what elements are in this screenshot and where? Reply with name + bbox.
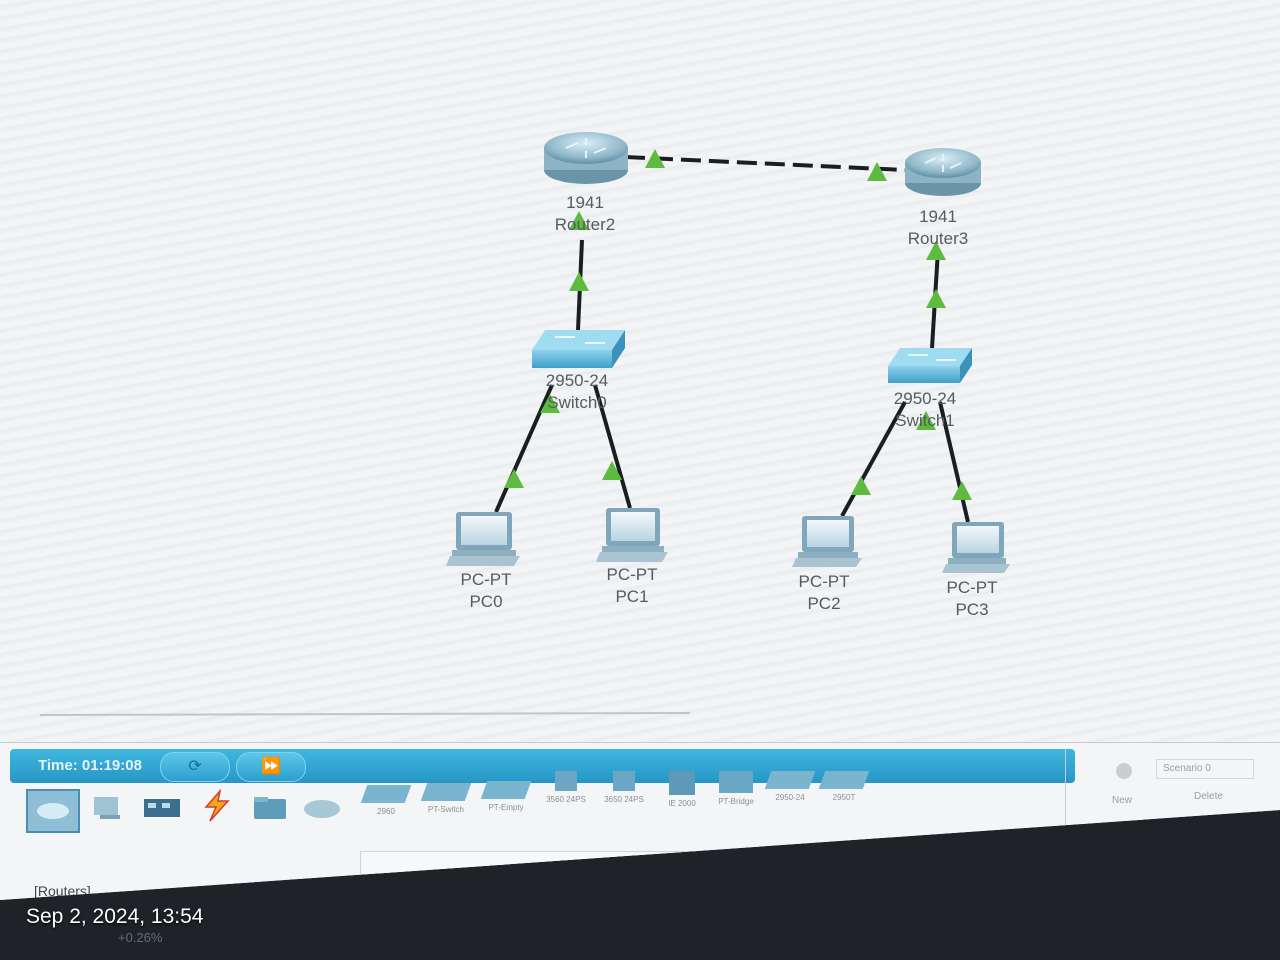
end-devices-icon[interactable]: [86, 791, 130, 825]
misc-folder-icon[interactable]: [248, 791, 292, 825]
router2-name: Router2: [554, 215, 616, 234]
network-devices-icon[interactable]: [26, 789, 80, 833]
logical-workspace[interactable]: 1941 Router2 1941 Router3 2950-24 Switch…: [0, 0, 1280, 745]
router2-model: 1941: [566, 193, 604, 212]
device-model-list: 2960 PT-Switch PT-Empty 3560 24PS 3650 2…: [360, 771, 1050, 841]
topology-canvas[interactable]: [0, 0, 1280, 745]
switch0-label: 2950-24 Switch0: [532, 370, 622, 414]
pc1-model: PC-PT: [606, 565, 658, 584]
wireless-icon[interactable]: ((•)): [202, 905, 246, 939]
pc1-device[interactable]: [596, 508, 668, 562]
connection-caption: Copper Cross-Over: [656, 856, 769, 871]
pc0-label: PC-PT PC0: [446, 569, 526, 613]
chat-icon[interactable]: [1030, 866, 1060, 896]
windows-taskbar: ⌕ Search: [560, 860, 1280, 900]
model-item[interactable]: 2950T: [818, 771, 870, 802]
switch1-label: 2950-24 Switch1: [880, 388, 970, 432]
link-status-light: [851, 476, 871, 495]
switch1-name: Switch1: [895, 411, 955, 430]
taskbar-search[interactable]: ⌕ Search: [688, 866, 873, 898]
pc3-name: PC3: [955, 600, 989, 619]
link-status-light: [569, 272, 589, 291]
model-item[interactable]: 3650 24PS: [598, 771, 650, 804]
switch0-name: Switch0: [547, 393, 607, 412]
bottom-toolbar: Time: 01:19:08 ⟳ ⏩ ✋ ((•)) [Routers] 296…: [0, 742, 1280, 900]
category-label: [Routers]: [34, 883, 91, 899]
model-item[interactable]: 3560 24PS: [540, 771, 592, 804]
pc3-label: PC-PT PC3: [932, 577, 1012, 621]
model-item[interactable]: PT-Switch: [420, 783, 472, 814]
router3-model: 1941: [919, 207, 957, 226]
scroll-track[interactable]: [39, 712, 691, 716]
edge-browser-icon[interactable]: [1140, 866, 1170, 896]
pc3-device[interactable]: [942, 522, 1010, 573]
time-display: Time: 01:19:08: [38, 757, 142, 774]
device-category-panel: ✋ ((•)) [Routers]: [20, 789, 350, 899]
toggle-pdu-list-button[interactable]: Toggle PDU List Window: [1096, 823, 1206, 834]
pc2-label: PC-PT PC2: [784, 571, 864, 615]
router3-name: Router3: [907, 229, 969, 248]
multiuser-cloud-icon[interactable]: [300, 791, 344, 825]
pc1-name: PC1: [615, 587, 649, 606]
link-status-light: [867, 162, 887, 181]
model-item[interactable]: PT-Bridge: [710, 771, 762, 806]
fast-forward-button[interactable]: ⏩: [236, 752, 306, 782]
connections-lightning-icon[interactable]: [194, 789, 238, 823]
model-item[interactable]: PT-Empty: [480, 781, 532, 812]
pc2-device[interactable]: [792, 516, 862, 567]
link-status-light: [504, 469, 524, 488]
components-icon[interactable]: [140, 791, 184, 825]
delete-scenario-button[interactable]: Delete: [1194, 791, 1223, 802]
widgets-icon[interactable]: [905, 866, 935, 896]
monitor-screen: 1941 Router2 1941 Router3 2950-24 Switch…: [0, 0, 1280, 900]
search-placeholder: Search: [736, 874, 784, 891]
switch0-model: 2950-24: [545, 371, 609, 390]
task-view-icon[interactable]: [985, 866, 1015, 896]
router3-device[interactable]: [905, 148, 981, 196]
windows-start-icon[interactable]: [638, 868, 668, 898]
pc2-name: PC2: [807, 594, 841, 613]
power-cycle-button[interactable]: ⟳: [160, 752, 230, 782]
pc0-name: PC0: [469, 592, 503, 611]
model-item[interactable]: 2960: [360, 785, 412, 816]
photo-timestamp: Sep 2, 2024, 13:54: [26, 905, 204, 928]
switch0-device[interactable]: [532, 330, 625, 368]
router2-device[interactable]: [544, 132, 628, 184]
link-status-light: [952, 481, 972, 500]
pc2-model: PC-PT: [798, 572, 850, 591]
wan-emulation-icon[interactable]: [304, 905, 348, 939]
stock-ticker: +0.26%: [118, 930, 163, 945]
calendar-icon[interactable]: [1090, 866, 1120, 896]
search-icon: ⌕: [702, 872, 711, 889]
model-description-box: Copper Cross-Over: [360, 851, 1052, 883]
new-scenario-button[interactable]: New: [1112, 795, 1132, 806]
model-item[interactable]: IE 2000: [656, 771, 708, 808]
scenario-select[interactable]: Scenario 0: [1156, 759, 1254, 779]
pc0-model: PC-PT: [460, 570, 512, 589]
pc1-label: PC-PT PC1: [592, 564, 672, 608]
switch1-model: 2950-24: [893, 389, 957, 408]
model-item[interactable]: 2950-24: [764, 771, 816, 802]
security-icon[interactable]: [256, 899, 300, 900]
file-explorer-icon[interactable]: [1190, 866, 1220, 896]
pc3-model: PC-PT: [946, 578, 998, 597]
svg-text:((•)): ((•)): [212, 918, 227, 928]
link-status-light: [926, 289, 946, 308]
router3-label: 1941 Router3: [898, 206, 978, 250]
router2-label: 1941 Router2: [545, 192, 625, 236]
link-router2-router3[interactable]: [624, 155, 906, 172]
chrome-browser-icon[interactable]: [1236, 866, 1266, 896]
scenario-status-icon: [1116, 763, 1132, 779]
pc0-device[interactable]: [446, 512, 520, 566]
switch1-device[interactable]: [888, 348, 972, 383]
scenario-panel: Scenario 0 New Delete Toggle PDU List Wi…: [1065, 749, 1280, 841]
